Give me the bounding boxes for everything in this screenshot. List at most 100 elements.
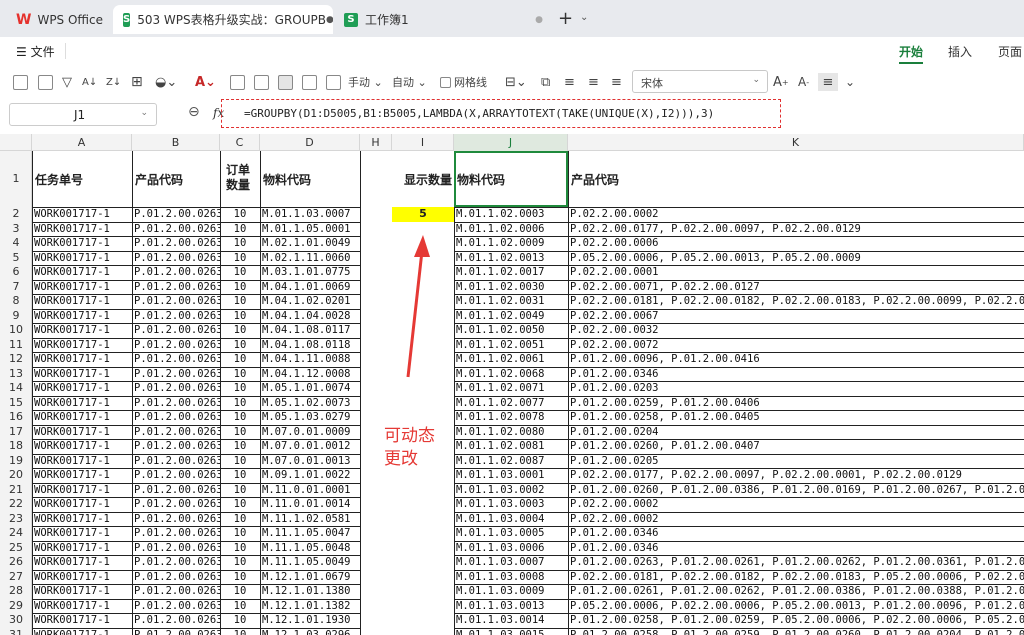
- row-header[interactable]: 21: [0, 483, 32, 497]
- fill-color-icon[interactable]: ◒⌄: [155, 73, 177, 91]
- tab-wps-office[interactable]: W WPS Office: [6, 5, 111, 34]
- row-header[interactable]: 27: [0, 570, 32, 584]
- table-cell: P.01.2.00.0263: [134, 396, 220, 409]
- table-style-icon[interactable]: [302, 73, 317, 91]
- row-header[interactable]: 16: [0, 410, 32, 424]
- more-chevron-icon[interactable]: ⌄: [845, 73, 855, 91]
- sort-ascending-icon[interactable]: A↓: [82, 73, 97, 91]
- align-center-icon[interactable]: ≡: [588, 73, 599, 91]
- tab-document[interactable]: S 工作簿1 ●: [336, 5, 553, 34]
- row-header[interactable]: 25: [0, 541, 32, 555]
- row-header[interactable]: 18: [0, 439, 32, 453]
- row-header[interactable]: 7: [0, 280, 32, 294]
- table-cell: P.01.2.00.0263: [134, 541, 220, 554]
- column-header[interactable]: A: [32, 134, 132, 151]
- table-cell: M.01.1.02.0050: [456, 324, 545, 336]
- row-header[interactable]: 17: [0, 425, 32, 439]
- tab-home[interactable]: 开始: [899, 43, 923, 60]
- row-header[interactable]: 20: [0, 468, 32, 482]
- row-header[interactable]: 12: [0, 352, 32, 366]
- column-header[interactable]: D: [260, 134, 360, 151]
- table-cell: 10: [233, 295, 247, 307]
- align-center-active-icon[interactable]: ≡: [818, 73, 838, 91]
- row-header[interactable]: 8: [0, 294, 32, 308]
- row-header[interactable]: 31: [0, 628, 32, 635]
- gridlines-checkbox[interactable]: 网格线: [440, 73, 487, 91]
- sort-descending-icon[interactable]: Z↓: [106, 73, 121, 91]
- conditional-format-icon[interactable]: ⊟⌄: [505, 73, 527, 91]
- cell-style-icon[interactable]: ⧉: [541, 73, 550, 91]
- freeze-panes-icon[interactable]: [278, 73, 293, 91]
- decrease-font-icon[interactable]: A-: [798, 73, 809, 91]
- wrap-text-icon[interactable]: [230, 73, 245, 91]
- sheet-grid[interactable]: 任务单号 产品代码 订单 数量 物料代码 显示数量 物料代码 产品代码 WORK001717-1…: [32, 151, 1024, 635]
- row-header[interactable]: 30: [0, 613, 32, 627]
- format-painter-icon[interactable]: [13, 73, 28, 91]
- row-header[interactable]: 1: [0, 172, 32, 186]
- row-header[interactable]: 22: [0, 497, 32, 511]
- table-cell: 10: [233, 527, 247, 539]
- table-cell: M.05.1.01.0074: [262, 382, 351, 394]
- font-family-select[interactable]: 宋体 ⌄: [632, 70, 768, 93]
- column-header[interactable]: C: [220, 134, 260, 151]
- row-header[interactable]: 2: [0, 207, 32, 221]
- zoom-icon[interactable]: ⊖: [188, 104, 200, 120]
- table-cell: M.01.1.02.0061: [456, 353, 545, 365]
- paste-icon[interactable]: [38, 73, 53, 91]
- filter-icon[interactable]: ▽: [62, 73, 72, 91]
- insert-cells-icon[interactable]: [326, 73, 341, 91]
- unsaved-dot-icon[interactable]: ●: [535, 15, 543, 25]
- table-cell: P.05.2.00.0006, P.05.2.00.0013, P.05.2.0…: [570, 251, 861, 264]
- row-header[interactable]: 19: [0, 454, 32, 468]
- table-cell: P.02.2.00.0002: [570, 498, 659, 510]
- row-header[interactable]: 6: [0, 265, 32, 279]
- column-header[interactable]: K: [568, 134, 1024, 151]
- row-header[interactable]: 28: [0, 584, 32, 598]
- row-header[interactable]: 5: [0, 251, 32, 265]
- column-header[interactable]: B: [132, 134, 220, 151]
- row-header[interactable]: 29: [0, 599, 32, 613]
- align-right-icon[interactable]: ≡: [611, 73, 622, 91]
- chevron-down-icon[interactable]: ⌄: [580, 12, 588, 23]
- table-cell: 10: [233, 512, 247, 525]
- row-header[interactable]: 3: [0, 222, 32, 236]
- row-header[interactable]: 24: [0, 526, 32, 540]
- manual-mode-button[interactable]: 手动 ⌄: [348, 73, 383, 91]
- row-header[interactable]: 13: [0, 367, 32, 381]
- name-box[interactable]: J1 ⌄: [9, 103, 157, 126]
- row-header[interactable]: 15: [0, 396, 32, 410]
- row-header[interactable]: 26: [0, 555, 32, 569]
- tab-page-layout[interactable]: 页面: [998, 43, 1022, 60]
- column-header[interactable]: J: [454, 134, 568, 151]
- column-header[interactable]: H: [360, 134, 392, 151]
- align-left-icon[interactable]: ≡: [564, 73, 575, 91]
- tab-insert[interactable]: 插入: [948, 43, 972, 60]
- row-headers: 1 2 3 4 5 6 7 8 9 10 11 12 13 14 15 16 17 18 19 20 21 22 23 24 2…: [0, 151, 32, 635]
- merge-cells-icon[interactable]: [254, 73, 269, 91]
- borders-icon[interactable]: ⊞: [131, 73, 143, 91]
- table-cell: P.02.2.00.0071, P.02.2.00.0127: [570, 280, 760, 293]
- row-header[interactable]: 4: [0, 236, 32, 250]
- row-header[interactable]: 10: [0, 323, 32, 337]
- table-cell: 10: [233, 280, 247, 293]
- row-header[interactable]: 9: [0, 309, 32, 323]
- table-cell: P.01.2.00.0263: [134, 556, 220, 568]
- row-header[interactable]: 23: [0, 512, 32, 526]
- row-header[interactable]: 14: [0, 381, 32, 395]
- new-tab-icon[interactable]: +: [558, 8, 573, 29]
- tab-document-active[interactable]: S 503 WPS表格升级实战：GROUPB ●: [113, 5, 333, 34]
- file-menu[interactable]: ☰ 文件: [16, 43, 55, 60]
- column-header[interactable]: I: [392, 134, 454, 151]
- table-cell: P.01.2.00.0263: [134, 251, 220, 264]
- row-header[interactable]: 11: [0, 338, 32, 352]
- table-cell: M.05.1.02.0073: [262, 396, 351, 409]
- table-cell: WORK001717-1: [34, 454, 110, 467]
- increase-font-icon[interactable]: A +: [773, 73, 789, 91]
- auto-mode-button[interactable]: 自动 ⌄: [392, 73, 427, 91]
- font-color-icon[interactable]: A⌄: [195, 73, 216, 91]
- unsaved-dot-icon[interactable]: ●: [326, 15, 333, 25]
- select-all-corner[interactable]: [0, 134, 32, 151]
- table-cell: P.01.2.00.0263: [134, 599, 220, 612]
- formula-input[interactable]: =GROUPBY(D1:D5005,B1:B5005,LAMBDA(X,ARRA…: [221, 99, 781, 128]
- table-cell: P.01.2.00.0263: [134, 614, 220, 626]
